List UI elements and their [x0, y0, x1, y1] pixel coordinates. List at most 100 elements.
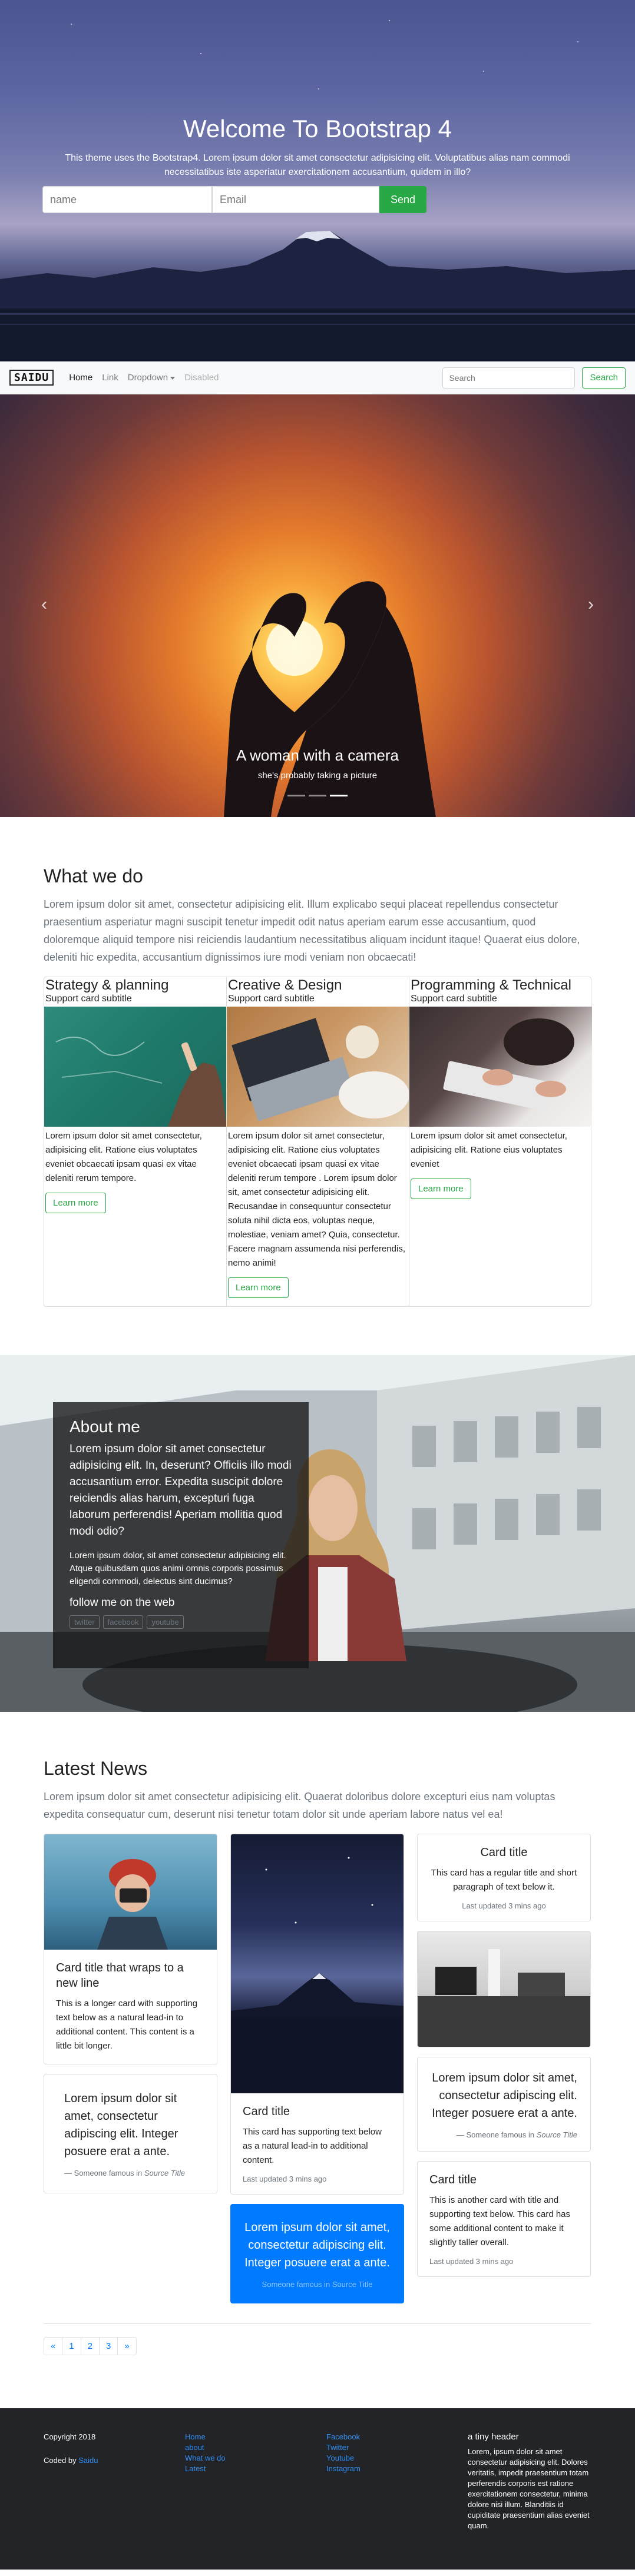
carousel-indicators: [287, 795, 348, 796]
latest-news-section: Latest News Lorem ipsum dolor sit amet c…: [44, 1712, 591, 2355]
card-title: Card title: [480, 1846, 528, 1859]
quote-card: Lorem ipsum dolor sit amet, consectetur …: [44, 2074, 217, 2193]
signup-form: Send: [42, 186, 426, 213]
carousel-caption-text: she's probably taking a picture: [257, 771, 378, 781]
card-meta: Last updated 3 mins ago: [243, 2175, 327, 2183]
about-section: About me Lorem ipsum dolor sit amet cons…: [0, 1355, 635, 1712]
star-decoration: [483, 71, 484, 72]
nav-search-form: Search: [442, 367, 626, 389]
send-button[interactable]: Send: [379, 186, 426, 213]
card-title: Strategy & planning: [45, 977, 169, 993]
search-button[interactable]: Search: [582, 367, 626, 389]
pagination-page-3[interactable]: 3: [99, 2337, 118, 2355]
name-input[interactable]: [42, 186, 212, 213]
card-subtitle: Support card subtitle: [411, 994, 497, 1004]
footer-link-youtube[interactable]: Youtube: [326, 2453, 468, 2464]
card-subtitle: Support card subtitle: [45, 994, 132, 1004]
carousel-indicator-active[interactable]: [330, 795, 348, 796]
card-title: Programming & Technical: [411, 977, 572, 993]
footer-link-latest[interactable]: Latest: [185, 2464, 326, 2474]
carousel-next-icon[interactable]: ›: [588, 595, 594, 615]
learn-more-button[interactable]: Learn more: [228, 1277, 289, 1298]
card-text: Lorem ipsum dolor sit amet consectetur, …: [45, 1131, 202, 1183]
hero-title: Welcome To Bootstrap 4: [183, 115, 452, 142]
keyboard-graphic: [443, 1018, 574, 1111]
camera-woman-photo: [44, 1834, 217, 1950]
pagination-next[interactable]: »: [117, 2337, 137, 2355]
section-lead: Lorem ipsum dolor sit amet, consectetur …: [44, 898, 580, 963]
service-card: Programming & Technical Support card sub…: [409, 977, 592, 1306]
nav-home-link[interactable]: Home: [69, 373, 92, 383]
section-title: Latest News: [44, 1758, 148, 1779]
pagination: « 1 2 3 »: [44, 2337, 591, 2355]
footer-link-twitter[interactable]: Twitter: [326, 2442, 468, 2453]
card-meta: Last updated 3 mins ago: [462, 1901, 546, 1910]
footer-column: Copyright 2018 Coded by Saidu: [44, 2432, 185, 2546]
footer-link-what-we-do[interactable]: What we do: [185, 2453, 326, 2464]
chalkboard-photo: [44, 1007, 226, 1127]
blockquote-footer-prefix: Someone famous in: [74, 2169, 144, 2177]
footer-link-about[interactable]: about: [185, 2442, 326, 2453]
star-decoration: [71, 24, 72, 25]
chalkboard-graphic: [55, 1037, 226, 1127]
news-card: Card title that wraps to a new line This…: [44, 1834, 217, 2064]
about-paragraph: Lorem ipsum dolor, sit amet consectetur …: [70, 1551, 286, 1586]
card-text: This card has supporting text below as a…: [243, 2127, 382, 2165]
facebook-button[interactable]: facebook: [102, 1615, 144, 1629]
navbar: SAIDU Home Link Dropdown Disabled Search: [0, 361, 635, 394]
star-decoration: [577, 41, 578, 42]
nav-link[interactable]: Link: [102, 373, 118, 383]
nav-dropdown[interactable]: Dropdown: [128, 373, 176, 383]
youtube-button[interactable]: youtube: [147, 1615, 184, 1629]
carousel: ‹ › A woman with a camera she's probably…: [0, 394, 635, 817]
about-card: About me Lorem ipsum dolor sit amet cons…: [53, 1402, 309, 1668]
footer-link-instagram[interactable]: Instagram: [326, 2464, 468, 2474]
pagination-prev[interactable]: «: [44, 2337, 63, 2355]
learn-more-button[interactable]: Learn more: [45, 1193, 106, 1213]
footer-column: a tiny header Lorem, ipsum dolor sit ame…: [468, 2432, 591, 2546]
pagination-page-2[interactable]: 2: [80, 2337, 100, 2355]
keyboard-photo: [409, 1007, 592, 1127]
blockquote-source: Source Title: [536, 2130, 577, 2139]
footer-link-facebook[interactable]: Facebook: [326, 2432, 468, 2442]
card-title: Card title: [243, 2105, 290, 2118]
coded-by-prefix: Coded by: [44, 2456, 79, 2465]
twitter-button[interactable]: twitter: [70, 1615, 100, 1629]
card-subtitle: Support card subtitle: [228, 994, 315, 1004]
star-decoration: [389, 20, 390, 21]
what-we-do-section: What we do Lorem ipsum dolor sit amet, c…: [44, 817, 592, 1355]
carousel-prev-icon[interactable]: ‹: [41, 595, 47, 615]
services-card-deck: Strategy & planning Support card subtitl…: [44, 977, 592, 1307]
nav-disabled-link: Disabled: [184, 373, 219, 383]
section-lead: Lorem ipsum dolor sit amet consectetur a…: [44, 1791, 555, 1820]
office-graphic: [418, 1949, 590, 2047]
footer-column: Facebook Twitter Youtube Instagram: [326, 2432, 468, 2546]
carousel-indicator[interactable]: [309, 795, 326, 796]
search-input[interactable]: [442, 367, 576, 389]
blockquote-footer-prefix: Someone famous in: [466, 2130, 537, 2139]
service-card: Creative & Design Support card subtitle …: [227, 977, 409, 1306]
night-mountain-photo: [231, 1834, 404, 2093]
star-decoration: [318, 88, 319, 89]
mountain-lake-graphic: [0, 231, 635, 361]
night-mountain-graphic: [231, 1857, 404, 2093]
carousel-indicator[interactable]: [287, 795, 305, 796]
brand-logo[interactable]: SAIDU: [9, 370, 54, 386]
card-text: This card has a regular title and short …: [431, 1868, 577, 1892]
hero-subtitle: This theme uses the Bootstrap4. Lorem ip…: [65, 153, 570, 177]
carousel-caption: A woman with a camera she's probably tak…: [0, 746, 635, 781]
card-meta: Last updated 3 mins ago: [429, 2257, 514, 2266]
coded-by-text: Coded by Saidu: [44, 2455, 185, 2466]
hero-section: Welcome To Bootstrap 4 This theme uses t…: [0, 0, 635, 361]
laptop-desk-photo: [227, 1007, 409, 1127]
news-card: Card title This card has supporting text…: [230, 1834, 404, 2195]
laptop-graphic: [231, 1018, 409, 1121]
footer-link-home[interactable]: Home: [185, 2432, 326, 2442]
email-input[interactable]: [212, 186, 379, 213]
nav-links: Home Link Dropdown Disabled: [69, 373, 219, 383]
pagination-page-1[interactable]: 1: [62, 2337, 81, 2355]
divider: [44, 2323, 591, 2324]
learn-more-button[interactable]: Learn more: [411, 1179, 471, 1199]
news-card: Card title This card has a regular title…: [417, 1834, 591, 1921]
author-link[interactable]: Saidu: [78, 2456, 98, 2465]
